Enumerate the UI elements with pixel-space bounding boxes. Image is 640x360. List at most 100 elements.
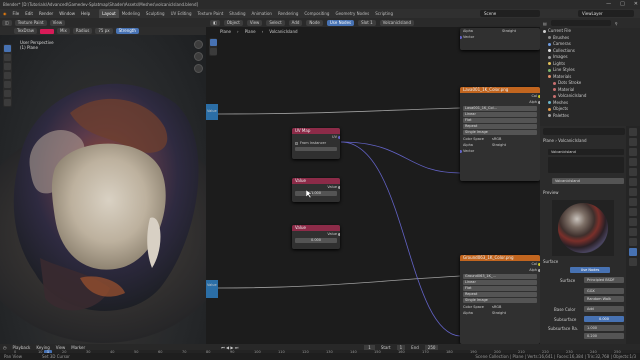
value-node-1[interactable]: Value Value 1.000	[292, 178, 340, 202]
workspace-tab-rendering[interactable]: Rendering	[275, 9, 301, 18]
timeline-view-menu[interactable]: View	[56, 345, 66, 350]
from-instancer-checkbox[interactable]	[295, 141, 298, 145]
surface-shader-field[interactable]: Principled BSDF	[584, 277, 624, 283]
properties-editor[interactable]: Plane › VolcanicIsland VolcanicIsland Vo…	[540, 126, 640, 344]
soften-tool-icon[interactable]	[4, 54, 11, 61]
clone-tool-icon[interactable]	[4, 72, 11, 79]
workspace-tab-texture-paint[interactable]: Texture Paint	[194, 9, 226, 18]
maximize-button[interactable]: □	[620, 1, 625, 7]
base-color-field[interactable]: Add	[584, 306, 624, 312]
playback-menu[interactable]: Playback	[13, 345, 31, 350]
menu-edit[interactable]: Edit	[22, 9, 36, 18]
annotate-icon[interactable]	[210, 48, 217, 55]
distribution-dropdown[interactable]: GGX	[584, 288, 624, 294]
outliner-search-input[interactable]	[550, 20, 611, 26]
shader-type-dropdown[interactable]: Object	[223, 19, 243, 26]
workspace-tab-modeling[interactable]: Modeling	[119, 9, 143, 18]
view-layer-selector[interactable]: ViewLayer	[578, 10, 634, 17]
modifier-tab-icon[interactable]	[629, 198, 637, 206]
node-view-menu[interactable]: View	[246, 19, 263, 26]
object-tab-icon[interactable]	[629, 188, 637, 196]
image-texture-node-partial[interactable]: Alpha Straight Vector	[460, 28, 540, 50]
view-layer-tab-icon[interactable]	[629, 158, 637, 166]
interpolation-dropdown[interactable]: Linear	[463, 112, 537, 117]
material-selector[interactable]: VolcanicIsland	[379, 19, 415, 26]
mode-dropdown[interactable]: Texture Paint	[14, 19, 47, 26]
start-frame-field[interactable]: 1	[396, 344, 406, 350]
filter-icon[interactable]: ⚲	[615, 21, 618, 26]
workspace-tab-shading[interactable]: Shading	[226, 9, 248, 18]
editor-type-icon[interactable]: ◫	[2, 19, 12, 26]
smear-tool-icon[interactable]	[4, 63, 11, 70]
uv-map-node[interactable]: UV Map UV From Instancer	[292, 128, 340, 159]
world-tab-icon[interactable]	[629, 178, 637, 186]
value-field[interactable]: 0.000	[295, 238, 337, 243]
subsurface-field[interactable]: 0.000	[584, 316, 624, 322]
subsurface-method-dropdown[interactable]: Random Walk	[584, 296, 624, 302]
image-texture-node-ground[interactable]: Ground063_1K_Color.png Col Alph Ground06…	[460, 255, 540, 344]
scene-tab-icon[interactable]	[629, 168, 637, 176]
close-button[interactable]: ✕	[634, 1, 638, 7]
blend-mode-dropdown[interactable]: Mix	[56, 28, 70, 34]
scene-selector[interactable]: Scene	[480, 10, 540, 17]
value-node-2[interactable]: Value Value 0.000	[292, 225, 340, 249]
timeline-editor-icon[interactable]: ◷	[3, 345, 7, 350]
annotate-tool-icon[interactable]	[4, 99, 11, 106]
workspace-tab-uv-editing[interactable]: UV Editing	[168, 9, 195, 18]
outliner-item[interactable]: Palettes	[543, 113, 640, 120]
workspace-tab-layout[interactable]: Layout	[99, 9, 119, 18]
end-frame-field[interactable]: 250	[424, 344, 439, 350]
strength-field[interactable]: Strength	[115, 28, 139, 34]
marker-menu[interactable]: Marker	[71, 345, 85, 350]
surface-panel-header[interactable]: Surface	[543, 259, 558, 264]
current-frame-field[interactable]: 1	[364, 344, 375, 350]
projection-dropdown[interactable]: Flat	[463, 118, 537, 123]
alpha-mode-dropdown[interactable]: Straight	[492, 310, 506, 316]
view-menu[interactable]: View	[49, 19, 66, 26]
material-datablock-field[interactable]: VolcanicIsland	[552, 178, 624, 184]
workspace-tab-compositing[interactable]: Compositing	[301, 9, 332, 18]
node-editor-type-icon[interactable]: ◧	[210, 19, 220, 26]
menu-render[interactable]: Render	[36, 9, 56, 18]
zoom-gizmo-icon[interactable]	[194, 52, 203, 61]
source-dropdown[interactable]: Single Image	[463, 298, 537, 303]
menu-window[interactable]: Window	[56, 9, 78, 18]
brush-selector[interactable]: TexDraw	[14, 28, 37, 34]
workspace-tab-geometry-nodes[interactable]: Geometry Nodes	[332, 9, 372, 18]
pan-gizmo-icon[interactable]	[194, 64, 203, 73]
brush-color-swatch[interactable]	[39, 28, 54, 34]
constraints-tab-icon[interactable]	[629, 228, 637, 236]
workspace-tab-sculpting[interactable]: Sculpting	[143, 9, 168, 18]
shader-node-editor[interactable]: ◧ Object View Select Add Node Use Nodes …	[206, 18, 540, 344]
minimize-button[interactable]: —	[606, 1, 611, 7]
properties-search-input[interactable]	[543, 128, 625, 135]
workspace-tab-scripting[interactable]: Scripting	[372, 9, 396, 18]
preview-panel-header[interactable]: Preview	[543, 190, 559, 195]
interpolation-dropdown[interactable]: Linear	[463, 280, 537, 285]
material-slot-dropdown[interactable]: Slot 1	[358, 19, 376, 26]
menu-help[interactable]: Help	[78, 9, 93, 18]
3d-viewport[interactable]: ◫ Texture Paint View TexDraw Mix Radius …	[0, 18, 206, 344]
extension-dropdown[interactable]: Repeat	[463, 292, 537, 297]
orbit-gizmo-icon[interactable]	[194, 40, 203, 49]
uv-map-field[interactable]	[295, 147, 337, 151]
image-selector[interactable]: Ground063_1K_...	[463, 274, 537, 279]
tool-tab-icon[interactable]	[629, 128, 637, 136]
particles-tab-icon[interactable]	[629, 208, 637, 216]
source-dropdown[interactable]: Single Image	[463, 130, 537, 135]
draw-tool-icon[interactable]	[4, 45, 11, 52]
image-selector[interactable]: Lava001_1K_Col...	[463, 106, 537, 111]
blender-logo-icon[interactable]: ◉	[0, 9, 10, 18]
output-tab-icon[interactable]	[629, 148, 637, 156]
radius-field[interactable]: 75 px	[95, 28, 113, 34]
use-nodes-button[interactable]: Use Nodes	[570, 267, 610, 273]
material-tab-icon[interactable]	[629, 248, 637, 256]
mask-tool-icon[interactable]	[4, 90, 11, 97]
node-select-menu[interactable]: Select	[266, 19, 285, 26]
subsurface-radius-y[interactable]: 0.200	[584, 333, 624, 339]
subsurface-radius-x[interactable]: 1.000	[584, 325, 624, 331]
select-box-icon[interactable]	[210, 39, 217, 46]
physics-tab-icon[interactable]	[629, 218, 637, 226]
data-tab-icon[interactable]	[629, 238, 637, 246]
texture-tab-icon[interactable]	[629, 258, 637, 266]
